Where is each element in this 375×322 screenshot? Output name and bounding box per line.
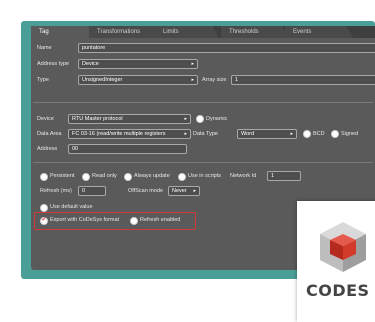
signed-checkbox[interactable] bbox=[331, 130, 339, 138]
chevron-right-icon: ▸ bbox=[290, 131, 293, 137]
address-input[interactable]: 00 bbox=[68, 144, 187, 154]
device-value: RTU Master protocol bbox=[72, 116, 123, 122]
read-only-label: Read only bbox=[92, 173, 117, 179]
address-type-value: Device bbox=[82, 61, 99, 67]
export-codesys-label: Export with CoDeSys format bbox=[50, 217, 120, 223]
chevron-right-icon: ▸ bbox=[193, 188, 196, 194]
data-type-label: Data Type bbox=[193, 131, 218, 137]
array-size-input[interactable]: 1 bbox=[231, 75, 375, 85]
always-update-label: Always update bbox=[134, 173, 170, 179]
use-in-scripts-label: Use in scripts bbox=[188, 173, 222, 179]
always-update-checkbox[interactable] bbox=[124, 173, 132, 181]
tab-tag[interactable]: Tag bbox=[31, 26, 95, 38]
data-area-select[interactable]: FC 03-16 (read/write multiple registers … bbox=[68, 129, 191, 139]
tab-thresholds[interactable]: Thresholds bbox=[221, 26, 289, 38]
dynamic-checkbox[interactable] bbox=[196, 115, 204, 123]
bcd-checkbox[interactable] bbox=[303, 130, 311, 138]
chevron-right-icon: ▸ bbox=[191, 61, 194, 67]
refresh-enabled-checkbox[interactable] bbox=[130, 217, 138, 225]
address-type-select[interactable]: Device ▸ bbox=[78, 59, 198, 69]
dynamic-label: Dynamic bbox=[206, 116, 228, 122]
data-area-value: FC 03-16 (read/write multiple registers bbox=[72, 131, 166, 137]
refresh-enabled-label: Refresh enabled bbox=[140, 217, 181, 223]
offscan-select[interactable]: Never ▸ bbox=[168, 186, 200, 196]
codesys-cube-icon bbox=[320, 222, 366, 272]
bcd-label: BCD bbox=[313, 131, 325, 137]
use-default-checkbox[interactable] bbox=[40, 204, 48, 212]
array-size-label: Array size bbox=[202, 77, 227, 83]
address-type-label: Address type bbox=[37, 61, 70, 67]
persistent-label: Persistent bbox=[50, 173, 75, 179]
section-divider bbox=[33, 102, 373, 103]
offscan-label: OffScan mode bbox=[128, 188, 164, 194]
offscan-value: Never bbox=[172, 188, 187, 194]
codesys-logo-text: CODES bbox=[306, 281, 370, 300]
read-only-checkbox[interactable] bbox=[82, 173, 90, 181]
type-select[interactable]: UnsignedInteger ▸ bbox=[78, 75, 198, 85]
data-type-value: Word bbox=[241, 131, 255, 137]
section-divider bbox=[33, 162, 373, 163]
refresh-label: Refresh (ms) bbox=[40, 188, 72, 194]
chevron-right-icon: ▸ bbox=[191, 77, 194, 83]
persistent-checkbox[interactable] bbox=[40, 173, 48, 181]
tab-transformations[interactable]: Transformations bbox=[89, 26, 163, 38]
tab-bar: Tag Transformations Limits Thresholds Ev… bbox=[31, 26, 375, 38]
signed-label: Signed bbox=[341, 131, 359, 137]
export-codesys-checkbox[interactable] bbox=[40, 216, 48, 225]
network-id-label: Network Id bbox=[230, 173, 257, 179]
device-label: Device bbox=[37, 116, 54, 122]
refresh-input[interactable]: 0 bbox=[78, 186, 106, 196]
use-in-scripts-checkbox[interactable] bbox=[178, 173, 186, 181]
data-area-label: Data Area bbox=[37, 131, 62, 137]
chevron-right-icon: ▸ bbox=[184, 131, 187, 137]
tab-limits[interactable]: Limits bbox=[155, 26, 219, 38]
type-value: UnsignedInteger bbox=[82, 77, 123, 83]
tab-events[interactable]: Events bbox=[285, 26, 353, 38]
chevron-right-icon: ▸ bbox=[184, 116, 187, 122]
device-select[interactable]: RTU Master protocol ▸ bbox=[68, 114, 191, 124]
name-label: Name bbox=[37, 45, 52, 51]
data-type-select[interactable]: Word ▸ bbox=[237, 129, 297, 139]
use-default-label: Use default value bbox=[50, 204, 93, 210]
type-label: Type bbox=[37, 77, 49, 83]
network-id-input[interactable]: 1 bbox=[267, 171, 301, 181]
address-label: Address bbox=[37, 146, 58, 152]
name-input[interactable]: puntatore bbox=[78, 43, 375, 53]
